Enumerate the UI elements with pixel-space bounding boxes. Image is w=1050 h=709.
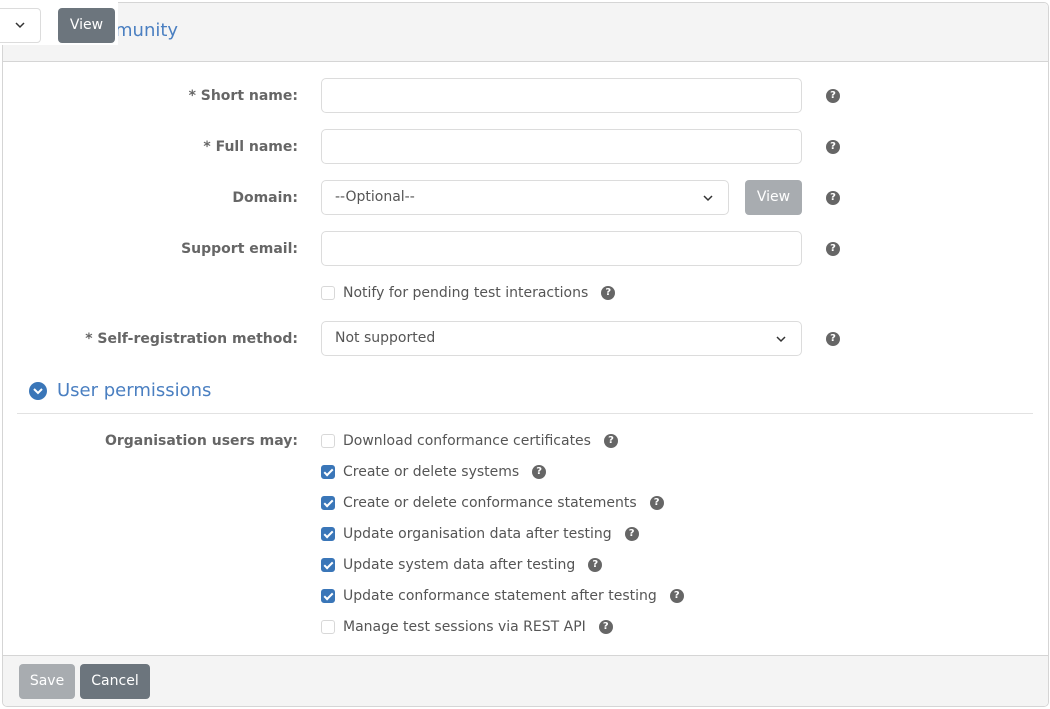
permission-checkbox[interactable] xyxy=(321,496,335,510)
permission-item: Manage test sessions via REST API? xyxy=(321,617,613,637)
user-permissions-title: User permissions xyxy=(57,380,212,401)
permission-label: Update organisation data after testing xyxy=(343,526,612,542)
chevron-down-icon xyxy=(776,336,786,343)
permission-help-icon[interactable]: ? xyxy=(532,465,547,479)
create-community-panel: munity * Short name: ? * Full name: ? Do… xyxy=(2,2,1049,707)
permission-help-icon[interactable]: ? xyxy=(603,434,618,448)
permission-label: Manage test sessions via REST API xyxy=(343,619,586,635)
cancel-button[interactable]: Cancel xyxy=(80,664,150,699)
self-registration-help-icon[interactable]: ? xyxy=(826,332,840,346)
permission-item: Update organisation data after testing? xyxy=(321,524,639,544)
section-divider xyxy=(17,413,1033,414)
notify-checkbox-row: Notify for pending test interactions ? xyxy=(321,283,616,303)
permission-help-icon[interactable]: ? xyxy=(624,527,639,541)
short-name-input[interactable] xyxy=(321,78,802,113)
domain-label: Domain: xyxy=(232,190,298,206)
permission-help-icon[interactable]: ? xyxy=(669,589,684,603)
user-permissions-toggle[interactable]: User permissions xyxy=(29,380,211,401)
self-registration-select[interactable]: Not supported xyxy=(321,321,802,356)
permission-help-icon[interactable]: ? xyxy=(649,496,664,510)
short-name-help-icon[interactable]: ? xyxy=(826,89,840,103)
support-email-label: Support email: xyxy=(181,241,298,257)
permission-checkbox[interactable] xyxy=(321,434,335,448)
permission-item: Create or delete systems? xyxy=(321,462,547,482)
full-name-input[interactable] xyxy=(321,129,802,164)
notify-label: Notify for pending test interactions xyxy=(343,285,589,301)
permission-help-icon[interactable]: ? xyxy=(588,558,603,572)
domain-select-value: --Optional-- xyxy=(335,189,415,205)
full-name-help-icon[interactable]: ? xyxy=(826,140,840,154)
organisation-users-label: Organisation users may: xyxy=(104,433,298,449)
self-registration-value: Not supported xyxy=(335,330,436,346)
domain-select[interactable]: --Optional-- xyxy=(321,180,729,215)
floating-toolbar: View xyxy=(0,0,118,45)
permission-item: Download conformance certificates? xyxy=(321,431,618,451)
short-name-label: * Short name: xyxy=(188,88,298,104)
notify-help-icon[interactable]: ? xyxy=(601,286,616,300)
domain-help-icon[interactable]: ? xyxy=(826,191,840,205)
permission-checkbox[interactable] xyxy=(321,527,335,541)
domain-view-button[interactable]: View xyxy=(745,180,802,215)
support-email-help-icon[interactable]: ? xyxy=(826,242,840,256)
panel-header: munity xyxy=(3,3,1048,62)
notify-checkbox[interactable] xyxy=(321,286,335,300)
permission-item: Create or delete conformance statements? xyxy=(321,493,664,513)
chevron-down-icon xyxy=(703,195,713,202)
permission-checkbox[interactable] xyxy=(321,589,335,603)
chevron-down-icon xyxy=(15,22,25,29)
panel-title: munity xyxy=(115,20,179,41)
permission-label: Create or delete systems xyxy=(343,464,520,480)
floating-select[interactable] xyxy=(0,8,41,43)
permission-label: Update conformance statement after testi… xyxy=(343,588,657,604)
permission-label: Create or delete conformance statements xyxy=(343,495,637,511)
permission-checkbox[interactable] xyxy=(321,465,335,479)
permission-item: Update system data after testing? xyxy=(321,555,603,575)
permission-label: Update system data after testing xyxy=(343,557,576,573)
permission-help-icon[interactable]: ? xyxy=(598,620,613,634)
permission-label: Download conformance certificates xyxy=(343,433,591,449)
permission-checkbox[interactable] xyxy=(321,558,335,572)
support-email-input[interactable] xyxy=(321,231,802,266)
full-name-label: * Full name: xyxy=(203,139,298,155)
permission-item: Update conformance statement after testi… xyxy=(321,586,684,606)
chevron-circle-down-icon xyxy=(29,381,47,400)
save-button[interactable]: Save xyxy=(19,664,75,699)
panel-footer: Save Cancel xyxy=(3,655,1048,706)
permission-checkbox[interactable] xyxy=(321,620,335,634)
self-registration-label: * Self-registration method: xyxy=(85,331,298,347)
floating-view-button[interactable]: View xyxy=(58,8,115,43)
